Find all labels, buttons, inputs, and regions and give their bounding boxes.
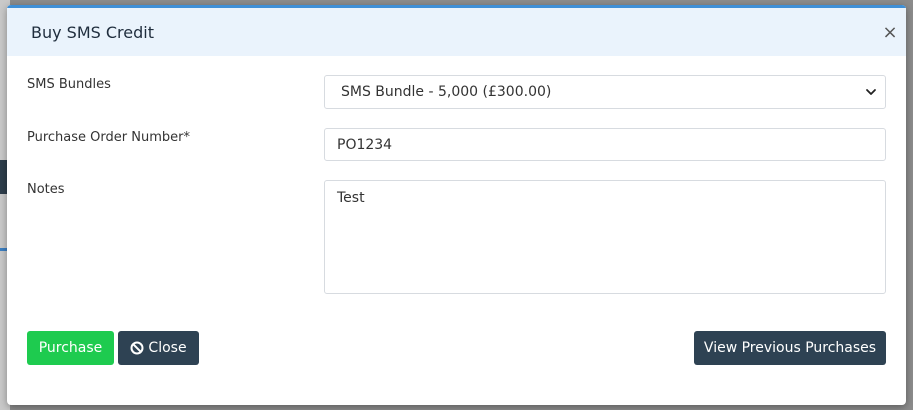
ban-icon xyxy=(130,341,144,355)
close-icon[interactable]: × xyxy=(880,22,900,43)
view-previous-purchases-button[interactable]: View Previous Purchases xyxy=(694,331,886,365)
po-number-row: Purchase Order Number* PO1234 xyxy=(27,128,886,161)
sms-bundles-select[interactable]: SMS Bundle - 5,000 (£300.00) xyxy=(324,75,886,109)
buy-sms-credit-modal: Buy SMS Credit × SMS Bundles SMS Bundle … xyxy=(7,5,906,405)
notes-textarea[interactable]: Test xyxy=(324,180,886,294)
notes-value: Test xyxy=(337,190,365,206)
sms-bundles-row: SMS Bundles SMS Bundle - 5,000 (£300.00) xyxy=(27,75,886,109)
notes-label: Notes xyxy=(27,182,65,197)
close-button-label: Close xyxy=(148,340,187,356)
notes-row: Notes Test xyxy=(27,180,886,294)
sms-bundles-label: SMS Bundles xyxy=(27,77,111,92)
modal-title: Buy SMS Credit xyxy=(31,22,154,42)
chevron-down-icon xyxy=(866,89,876,95)
po-number-value: PO1234 xyxy=(337,136,393,153)
po-number-label: Purchase Order Number* xyxy=(27,130,190,145)
modal-header: Buy SMS Credit × xyxy=(7,8,906,56)
close-button[interactable]: Close xyxy=(118,331,199,365)
purchase-button[interactable]: Purchase xyxy=(27,331,114,365)
sms-bundles-selected-value: SMS Bundle - 5,000 (£300.00) xyxy=(341,84,552,100)
po-number-input[interactable]: PO1234 xyxy=(324,128,886,161)
